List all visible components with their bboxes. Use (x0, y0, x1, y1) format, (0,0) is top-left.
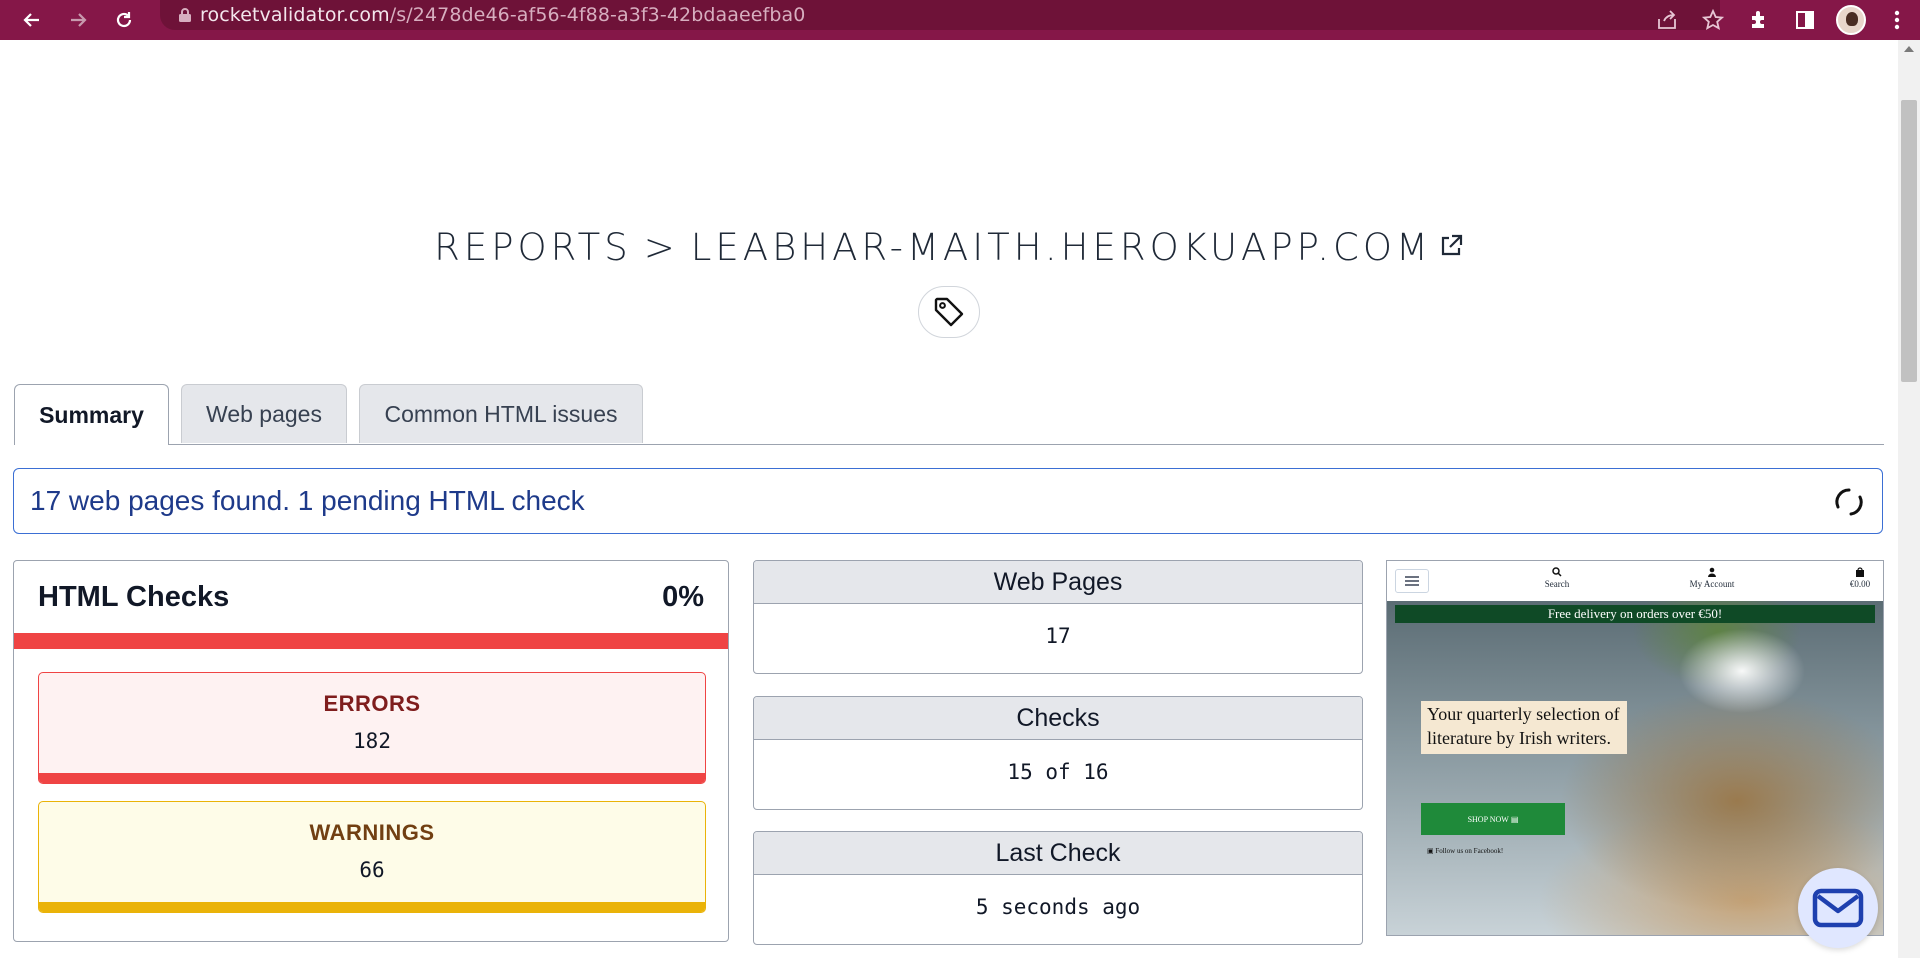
scrollbar-thumb[interactable] (1901, 100, 1917, 382)
checks-card: Checks 15 of 16 (753, 696, 1363, 810)
preview-account: My Account (1677, 567, 1747, 589)
browser-toolbar: rocketvalidator.com/s/2478de46-af56-4f88… (0, 0, 1920, 40)
preview-search-label: Search (1544, 579, 1570, 589)
toolbar-actions (1644, 0, 1920, 40)
url-path: /s/2478de46-af56-4f88-a3f3-42bdaaeefba0 (389, 4, 806, 26)
errors-label: ERRORS (323, 691, 421, 716)
warnings-box[interactable]: WARNINGS 66 (38, 801, 706, 913)
profile-button[interactable] (1828, 0, 1874, 40)
html-checks-percent: 0% (662, 580, 704, 613)
preview-hamburger-icon (1395, 569, 1429, 593)
extensions-button[interactable] (1736, 0, 1782, 40)
tab-common-html-issues[interactable]: Common HTML issues (359, 384, 643, 443)
browser-menu-button[interactable] (1874, 0, 1920, 40)
report-tabs: Summary Web pages Common HTML issues (14, 384, 1884, 445)
lock-icon (179, 8, 191, 22)
sidepanel-icon (1796, 11, 1814, 29)
status-banner-text: 17 web pages found. 1 pending HTML check (30, 485, 585, 516)
star-icon (1702, 9, 1724, 30)
preview-cart: €0.00 (1843, 567, 1877, 589)
html-checks-card: HTML Checks 0% ERRORS 182 WARNINGS 66 (13, 560, 729, 942)
errors-count: 182 (353, 729, 391, 753)
profile-avatar (1836, 5, 1866, 35)
html-checks-title: HTML Checks (38, 580, 230, 613)
preview-bag-icon (1856, 567, 1864, 577)
preview-shop-label: SHOP NOW (1467, 814, 1509, 824)
errors-box[interactable]: ERRORS 182 (38, 672, 706, 784)
web-pages-value: 17 (1045, 624, 1071, 648)
url-host: rocketvalidator.com (200, 4, 390, 26)
preview-search-icon (1552, 567, 1562, 577)
reload-icon (116, 12, 132, 28)
breadcrumb-separator: > (643, 226, 679, 269)
back-icon (23, 13, 39, 27)
reload-button[interactable] (104, 0, 144, 40)
back-button[interactable] (12, 0, 52, 40)
checks-value: 15 of 16 (1007, 760, 1109, 784)
forward-button[interactable] (58, 0, 98, 40)
tab-web-pages[interactable]: Web pages (181, 384, 347, 443)
url-text: rocketvalidator.com/s/2478de46-af56-4f88… (200, 4, 805, 26)
preview-search: Search (1537, 567, 1577, 589)
warnings-count: 66 (359, 858, 385, 882)
breadcrumb-site: LEABHAR-MAITH.HEROKUAPP.COM (690, 226, 1432, 269)
extensions-icon (1752, 11, 1764, 28)
preview-hero-text: Your quarterly selection of literature b… (1421, 701, 1627, 754)
page-title: REPORTS > LEABHAR-MAITH.HEROKUAPP.COM (0, 226, 1898, 271)
breadcrumb-reports[interactable]: REPORTS (434, 226, 632, 269)
share-button[interactable] (1644, 0, 1690, 40)
preview-delivery-banner: Free delivery on orders over €50! (1395, 605, 1875, 623)
address-bar[interactable]: rocketvalidator.com/s/2478de46-af56-4f88… (160, 0, 1720, 30)
checks-label: Checks (754, 697, 1362, 740)
external-link-icon[interactable] (1438, 225, 1464, 268)
warnings-label: WARNINGS (309, 820, 435, 845)
preview-shop-button: SHOP NOW ▤ (1421, 803, 1565, 835)
warnings-strip (39, 902, 705, 912)
preview-facebook-label: Follow us on Facebook! (1435, 847, 1504, 855)
mail-icon (1812, 888, 1864, 928)
scroll-up-arrow-icon[interactable] (1904, 46, 1914, 52)
share-icon (1658, 10, 1676, 29)
contact-button[interactable] (1798, 868, 1878, 948)
bookmark-button[interactable] (1690, 0, 1736, 40)
preview-account-label: My Account (1689, 579, 1735, 589)
spinner-icon (1835, 488, 1863, 516)
html-checks-header: HTML Checks 0% (14, 561, 728, 633)
web-pages-card: Web Pages 17 (753, 560, 1363, 674)
status-banner: 17 web pages found. 1 pending HTML check (13, 468, 1883, 534)
preview-cart-label: €0.00 (1849, 579, 1871, 589)
tag-button[interactable] (918, 286, 980, 338)
html-checks-progress-bar (14, 633, 728, 649)
preview-navbar: Search My Account €0.00 (1387, 561, 1883, 602)
last-check-card: Last Check 5 seconds ago (753, 831, 1363, 945)
side-panel-button[interactable] (1782, 0, 1828, 40)
tab-summary[interactable]: Summary (14, 384, 169, 445)
forward-icon (71, 13, 87, 27)
menu-dots-icon (1894, 10, 1900, 30)
preview-facebook-link: ▣ Follow us on Facebook! (1427, 847, 1504, 855)
tag-icon (934, 297, 964, 327)
errors-strip (39, 773, 705, 783)
preview-user-icon (1708, 567, 1716, 577)
last-check-value: 5 seconds ago (975, 895, 1141, 919)
last-check-label: Last Check (754, 832, 1362, 875)
web-pages-label: Web Pages (754, 561, 1362, 604)
